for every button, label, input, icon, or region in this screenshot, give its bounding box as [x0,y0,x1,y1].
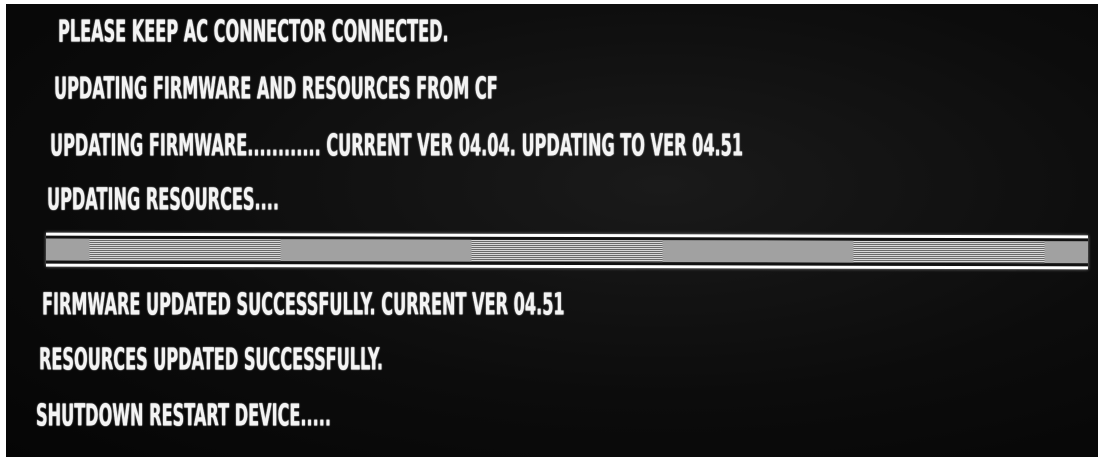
shutdown-restart-line: SHUTDOWN RESTART DEVICE..... [36,398,332,434]
ac-connector-warning: PLEASE KEEP AC CONNECTOR CONNECTED. [58,14,449,50]
device-screen: PLEASE KEEP AC CONNECTOR CONNECTED. UPDA… [6,4,1098,457]
resources-updating-line: UPDATING RESOURCES.... [47,182,280,218]
update-progress-bar [45,232,1089,270]
resources-success-line: RESOURCES UPDATED SUCCESSFULLY. [39,342,383,378]
firmware-success-line: FIRMWARE UPDATED SUCCESSFULLY. CURRENT V… [42,287,565,323]
progress-bar-fill [45,238,1089,264]
firmware-version-line: UPDATING FIRMWARE............ CURRENT VE… [50,128,744,164]
update-source-line: UPDATING FIRMWARE AND RESOURCES FROM CF [54,71,498,107]
